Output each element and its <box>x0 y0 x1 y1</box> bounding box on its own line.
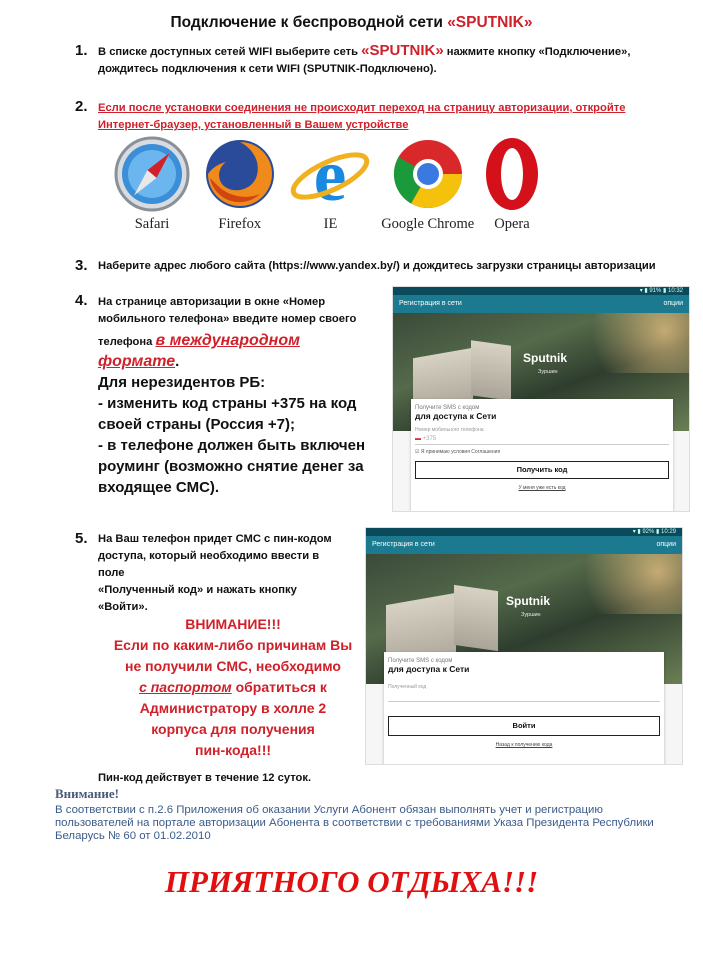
step-3-number: 3. <box>75 257 88 274</box>
pin-validity-note: Пин-код действует в течение 12 суток. <box>98 772 312 784</box>
step-5-line: поле <box>98 567 125 579</box>
notice-heading: Внимание! <box>55 786 119 801</box>
step-4-line: входящее СМС). <box>98 479 220 496</box>
page-title: Подключение к беспроводной сети «SPUTNIK… <box>170 14 533 31</box>
step-1-number: 1. <box>75 42 88 59</box>
step-1-text: В списке доступных сетей WIFI выберите с… <box>98 42 631 75</box>
browser-firefox: Firefox <box>200 134 280 238</box>
app-bar: Регистрация в сети опции <box>366 536 682 554</box>
phone-screenshot-code: ▾ ▮ 92% ▮ 10:29 Регистрация в сети опции … <box>365 527 683 765</box>
code-input[interactable] <box>388 690 660 702</box>
browser-ie: e IE <box>287 134 373 238</box>
svg-text:e: e <box>314 135 347 214</box>
back-to-code-link[interactable]: Назад к получению кода <box>388 742 660 748</box>
step-5-number: 5. <box>75 530 88 547</box>
hotel-subtitle: Зуршин <box>521 612 541 618</box>
step-4-line: Для нерезидентов РБ: <box>98 374 266 391</box>
warning-line: корпуса для получения <box>151 721 315 737</box>
browser-label: Google Chrome <box>381 216 475 232</box>
farewell-banner: ПРИЯТНОГО ОТДЫХА!!! <box>164 864 539 899</box>
have-code-link[interactable]: У меня уже есть код <box>415 485 669 491</box>
browser-label: Firefox <box>218 216 262 232</box>
hotel-subtitle: Зуршин <box>538 369 558 375</box>
warning-block: ВНИМАНИЕ!!! Если по каким-либо причинам … <box>98 614 368 761</box>
step-4-number: 4. <box>75 292 88 309</box>
opera-icon <box>485 138 538 210</box>
ie-icon: e <box>291 135 370 214</box>
step-4-line: - в телефоне должен быть включен <box>98 437 366 454</box>
step-4-line: - изменить код страны +375 на код <box>98 395 357 412</box>
warning-line: Администратору в холле 2 <box>139 700 327 716</box>
terms-checkbox[interactable]: ☑ Я принимаю условия Соглашения <box>415 449 669 455</box>
card-title: для доступа к Сети <box>415 411 497 421</box>
browser-label: Opera <box>494 216 530 232</box>
step-4-line: телефона в международном <box>98 332 300 349</box>
browser-opera: Opera <box>482 134 542 238</box>
browser-chrome: Google Chrome <box>381 134 474 238</box>
get-code-button[interactable]: Получить код <box>415 461 669 479</box>
step-5-line: «Полученный код» и нажать кнопку <box>98 584 297 596</box>
chrome-icon <box>393 140 462 209</box>
legal-notice: В соответствии с п.2.6 Приложения об ока… <box>55 804 700 843</box>
step-3-text: Наберите адрес любого сайта (https://www… <box>98 260 656 272</box>
browser-label: Safari <box>134 216 170 232</box>
warning-line: ВНИМАНИЕ!!! <box>185 616 281 632</box>
warning-line: Если по каким-либо причинам Вы <box>113 637 353 653</box>
status-bar: ▾ ▮ 91% ▮ 10:32 <box>393 287 689 295</box>
step-4-line: роуминг (возможно снятие денег за <box>98 458 364 475</box>
browser-label: IE <box>323 216 338 232</box>
step-4-line: На странице авторизации в окне «Номер <box>98 296 326 308</box>
step-5-line: На Ваш телефон придет СМС с пин-кодом <box>98 533 332 545</box>
step-5-text: На Ваш телефон придет СМС с пин-кодом до… <box>98 531 368 616</box>
notice-line: пользователей на портале авторизации Або… <box>55 817 654 829</box>
step-2-text: Если после установки соединения не проис… <box>98 102 626 131</box>
phone-screenshot-auth: ▾ ▮ 91% ▮ 10:32 Регистрация в сети опции … <box>392 286 690 512</box>
notice-line: В соответствии с п.2.6 Приложения об ока… <box>55 804 603 816</box>
hotel-name: Sputnik <box>506 594 550 608</box>
safari-icon <box>114 136 190 212</box>
card-title: для доступа к Сети <box>388 664 470 674</box>
browser-safari: Safari <box>112 134 192 238</box>
code-card: Получите SMS с кодом для доступа к Сети … <box>384 652 664 764</box>
status-bar: ▾ ▮ 92% ▮ 10:29 <box>366 528 682 536</box>
step-2-number: 2. <box>75 98 88 115</box>
phone-number-input[interactable]: ▬ +375 <box>415 433 669 445</box>
warning-line: не получили СМС, необходимо <box>124 658 341 674</box>
warning-line: с паспортом обратиться к <box>139 679 327 695</box>
browser-logos: Safari Firefox e IE Google Chrome Opera <box>112 134 542 238</box>
login-button[interactable]: Войти <box>388 716 660 736</box>
step-4-line: формате. <box>98 353 180 370</box>
step-4-line: мобильного телефона» введите номер своег… <box>98 313 357 325</box>
step-5-line: доступа, который необходимо ввести в <box>98 550 320 562</box>
step-4-text: На странице авторизации в окне «Номер мо… <box>98 294 378 498</box>
warning-line: пин-кода!!! <box>194 742 272 758</box>
firefox-icon <box>205 140 274 208</box>
hotel-name: Sputnik <box>523 351 567 365</box>
step-4-line: своей страны (Россия +7); <box>98 416 295 433</box>
app-bar: Регистрация в сети опции <box>393 295 689 313</box>
auth-card: Получите SMS с кодом для доступа к Сети … <box>411 399 673 511</box>
notice-line: Беларусь № 60 от 01.02.2010 <box>55 830 211 842</box>
